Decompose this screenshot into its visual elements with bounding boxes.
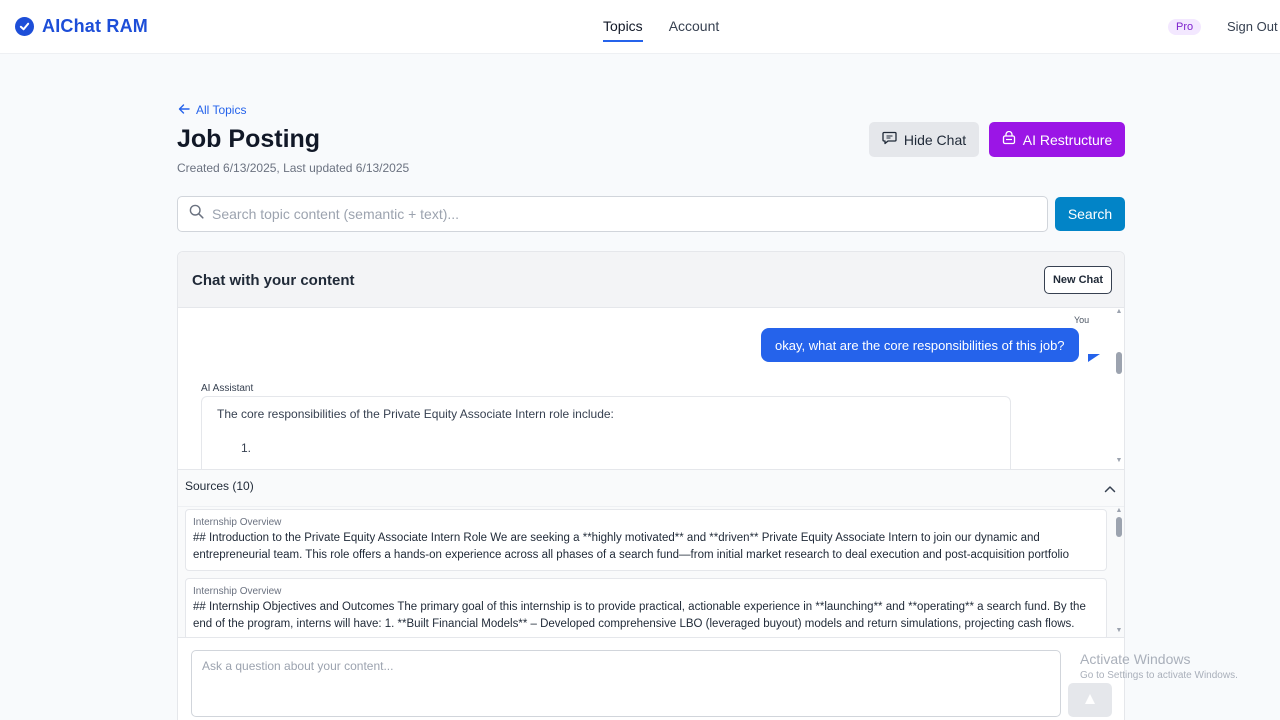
chat-bubble-icon — [882, 131, 897, 148]
nav-account[interactable]: Account — [669, 18, 720, 42]
watermark-title: Activate Windows — [1080, 651, 1191, 667]
new-chat-button[interactable]: New Chat — [1044, 266, 1112, 294]
chat-title: Chat with your content — [192, 272, 355, 289]
sign-out-link[interactable]: Sign Out — [1227, 19, 1278, 34]
chat-panel: Chat with your content New Chat You okay… — [177, 251, 1125, 720]
search-button[interactable]: Search — [1055, 197, 1125, 231]
ai-restructure-button[interactable]: AI Restructure — [989, 122, 1125, 157]
scroll-down-icon[interactable]: ▼ — [1114, 627, 1124, 634]
nav-topics[interactable]: Topics — [603, 18, 643, 42]
assistant-message-text: The core responsibilities of the Private… — [217, 407, 614, 421]
sources-section: Sources (10) Internship Overview ## Intr… — [178, 469, 1124, 638]
chevron-up-icon[interactable] — [1104, 480, 1116, 498]
sources-toggle[interactable]: Sources (10) — [178, 470, 1124, 506]
chat-input-area — [178, 637, 1124, 720]
top-nav: AIChat RAM Topics Account Pro Sign Out — [0, 0, 1280, 54]
back-link-label: All Topics — [196, 103, 247, 117]
messages-scrollbar[interactable]: ▲ ▼ — [1114, 308, 1124, 469]
send-button[interactable] — [1068, 683, 1112, 717]
send-arrow-icon — [1083, 692, 1097, 709]
arrow-left-icon — [178, 103, 190, 117]
assistant-sender-label: AI Assistant — [201, 383, 254, 394]
assistant-message: The core responsibilities of the Private… — [201, 396, 1011, 469]
search-icon — [189, 204, 204, 224]
check-circle-icon — [15, 17, 34, 36]
hide-chat-label: Hide Chat — [903, 131, 967, 148]
plan-badge: Pro — [1168, 19, 1202, 35]
app-title: AIChat RAM — [42, 16, 148, 36]
watermark-subtitle: Go to Settings to activate Windows. — [1080, 670, 1238, 681]
activate-windows-watermark: Activate Windows Go to Settings to activ… — [1080, 651, 1238, 681]
scroll-up-icon[interactable]: ▲ — [1114, 507, 1124, 514]
scroll-up-icon[interactable]: ▲ — [1114, 308, 1124, 315]
assistant-list-number: 1. — [241, 441, 252, 455]
brand[interactable]: AIChat RAM — [15, 16, 148, 37]
main-nav: Topics Account — [603, 18, 719, 42]
source-card[interactable]: Internship Overview ## Introduction to t… — [185, 509, 1107, 571]
search-input[interactable] — [212, 206, 1032, 222]
source-label: Internship Overview — [193, 517, 282, 528]
user-bubble-tail — [1088, 354, 1100, 362]
search-field — [177, 196, 1048, 232]
source-label: Internship Overview — [193, 586, 282, 597]
chat-header: Chat with your content New Chat — [178, 252, 1124, 308]
chat-input[interactable] — [191, 650, 1061, 717]
sources-scrollbar[interactable]: ▲ ▼ — [1114, 507, 1124, 638]
user-sender-label: You — [1074, 315, 1090, 325]
message-list[interactable]: You okay, what are the core responsibili… — [178, 308, 1124, 469]
ai-restructure-label: AI Restructure — [1022, 131, 1113, 148]
source-excerpt: ## Internship Objectives and Outcomes Th… — [193, 601, 1086, 630]
source-excerpt: ## Introduction to the Private Equity As… — [193, 532, 1069, 561]
messages-scroll-thumb[interactable] — [1116, 352, 1122, 374]
robot-icon — [1002, 130, 1016, 148]
user-message: okay, what are the core responsibilities… — [761, 328, 1079, 362]
page-title: Job Posting — [177, 125, 321, 153]
sources-scroll-thumb[interactable] — [1116, 517, 1122, 537]
scroll-down-icon[interactable]: ▼ — [1114, 457, 1124, 464]
page-meta: Created 6/13/2025, Last updated 6/13/202… — [177, 161, 410, 175]
source-card[interactable]: Internship Overview ## Internship Object… — [185, 578, 1107, 638]
back-to-topics-link[interactable]: All Topics — [178, 103, 246, 117]
hide-chat-button[interactable]: Hide Chat — [869, 122, 979, 157]
sources-title: Sources (10) — [185, 479, 254, 493]
sources-list[interactable]: Internship Overview ## Introduction to t… — [178, 506, 1124, 638]
